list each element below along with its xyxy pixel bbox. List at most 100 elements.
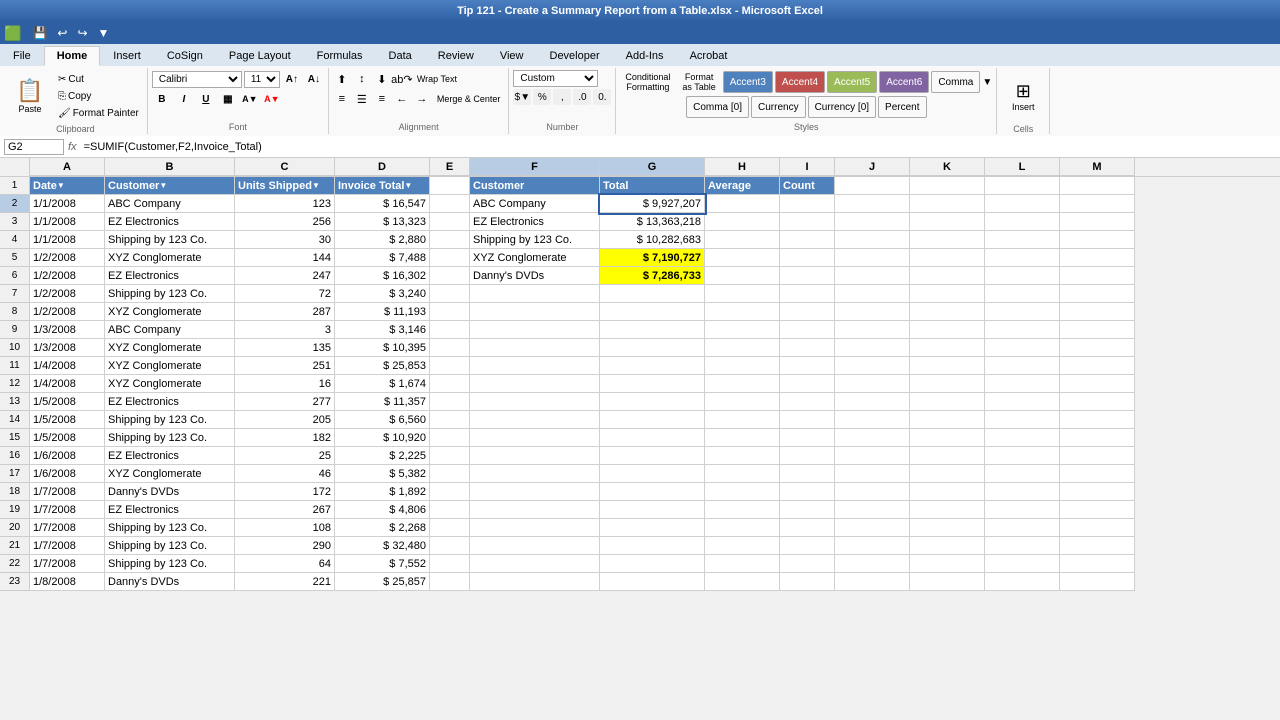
cell-L15[interactable] [985,429,1060,447]
cell-G23[interactable] [600,573,705,591]
cell-A13[interactable]: 1/5/2008 [30,393,105,411]
cell-J4[interactable] [835,231,910,249]
col-header-B[interactable]: B [105,158,235,176]
cell-G10[interactable] [600,339,705,357]
cell-J18[interactable] [835,483,910,501]
tab-home[interactable]: Home [44,46,101,66]
cell-I5[interactable] [780,249,835,267]
cell-K20[interactable] [910,519,985,537]
cell-B15[interactable]: Shipping by 123 Co. [105,429,235,447]
cell-B10[interactable]: XYZ Conglomerate [105,339,235,357]
row-num-23[interactable]: 23 [0,573,30,591]
cell-A1[interactable]: Date ▼ [30,177,105,195]
bold-btn[interactable]: B [152,90,172,108]
cell-D20[interactable]: $ 2,268 [335,519,430,537]
conditional-formatting-btn[interactable]: ConditionalFormatting [620,70,675,94]
cell-B14[interactable]: Shipping by 123 Co. [105,411,235,429]
cell-E5[interactable] [430,249,470,267]
cell-M11[interactable] [1060,357,1135,375]
cell-C6[interactable]: 247 [235,267,335,285]
cell-G19[interactable] [600,501,705,519]
cell-I21[interactable] [780,537,835,555]
cell-B8[interactable]: XYZ Conglomerate [105,303,235,321]
cell-B17[interactable]: XYZ Conglomerate [105,465,235,483]
cell-D23[interactable]: $ 25,857 [335,573,430,591]
cell-D11[interactable]: $ 25,853 [335,357,430,375]
cell-K1[interactable] [910,177,985,195]
col-header-M[interactable]: M [1060,158,1135,176]
cell-F17[interactable] [470,465,600,483]
cell-I19[interactable] [780,501,835,519]
row-num-1[interactable]: 1 [0,177,30,195]
cell-A7[interactable]: 1/2/2008 [30,285,105,303]
cell-B6[interactable]: EZ Electronics [105,267,235,285]
row-num-17[interactable]: 17 [0,465,30,483]
col-header-A[interactable]: A [30,158,105,176]
cell-F14[interactable] [470,411,600,429]
cell-B16[interactable]: EZ Electronics [105,447,235,465]
underline-btn[interactable]: U [196,90,216,108]
cell-J14[interactable] [835,411,910,429]
cell-I13[interactable] [780,393,835,411]
cell-D22[interactable]: $ 7,552 [335,555,430,573]
cell-H8[interactable] [705,303,780,321]
cell-C5[interactable]: 144 [235,249,335,267]
cell-B5[interactable]: XYZ Conglomerate [105,249,235,267]
cell-D21[interactable]: $ 32,480 [335,537,430,555]
wrap-text-btn[interactable]: Wrap Text [413,72,461,86]
cell-M3[interactable] [1060,213,1135,231]
cell-L19[interactable] [985,501,1060,519]
cell-H12[interactable] [705,375,780,393]
cell-L5[interactable] [985,249,1060,267]
cell-E16[interactable] [430,447,470,465]
cell-I23[interactable] [780,573,835,591]
cell-E10[interactable] [430,339,470,357]
cell-A17[interactable]: 1/6/2008 [30,465,105,483]
cell-G5[interactable]: $ 7,190,727 [600,249,705,267]
formula-input[interactable] [81,140,1276,154]
col-header-C[interactable]: C [235,158,335,176]
cell-K18[interactable] [910,483,985,501]
cell-C4[interactable]: 30 [235,231,335,249]
cell-K9[interactable] [910,321,985,339]
cell-H13[interactable] [705,393,780,411]
cell-H21[interactable] [705,537,780,555]
copy-button[interactable]: ⎘ Copy [54,89,143,104]
cell-L23[interactable] [985,573,1060,591]
cell-A19[interactable]: 1/7/2008 [30,501,105,519]
cell-B4[interactable]: Shipping by 123 Co. [105,231,235,249]
cell-G11[interactable] [600,357,705,375]
row-num-20[interactable]: 20 [0,519,30,537]
cell-M2[interactable] [1060,195,1135,213]
cell-L10[interactable] [985,339,1060,357]
cell-C3[interactable]: 256 [235,213,335,231]
cell-H17[interactable] [705,465,780,483]
cell-C20[interactable]: 108 [235,519,335,537]
cell-M12[interactable] [1060,375,1135,393]
cell-E12[interactable] [430,375,470,393]
cell-H5[interactable] [705,249,780,267]
cell-J12[interactable] [835,375,910,393]
cell-J21[interactable] [835,537,910,555]
cell-K4[interactable] [910,231,985,249]
cell-H15[interactable] [705,429,780,447]
font-name-select[interactable]: Calibri [152,71,242,88]
cell-L20[interactable] [985,519,1060,537]
cell-C23[interactable]: 221 [235,573,335,591]
cell-K7[interactable] [910,285,985,303]
row-num-2[interactable]: 2 [0,195,30,213]
cell-A15[interactable]: 1/5/2008 [30,429,105,447]
font-size-select[interactable]: 11 [244,71,280,88]
cell-I17[interactable] [780,465,835,483]
cell-F20[interactable] [470,519,600,537]
align-middle-btn[interactable]: ↕ [353,70,371,88]
cell-M7[interactable] [1060,285,1135,303]
col-header-H[interactable]: H [705,158,780,176]
fill-color-btn[interactable]: A▼ [240,90,260,108]
align-top-btn[interactable]: ⬆ [333,70,351,88]
cell-J17[interactable] [835,465,910,483]
cut-button[interactable]: ✂ Cut [54,72,143,87]
cell-L17[interactable] [985,465,1060,483]
cell-H2[interactable] [705,195,780,213]
cell-L9[interactable] [985,321,1060,339]
